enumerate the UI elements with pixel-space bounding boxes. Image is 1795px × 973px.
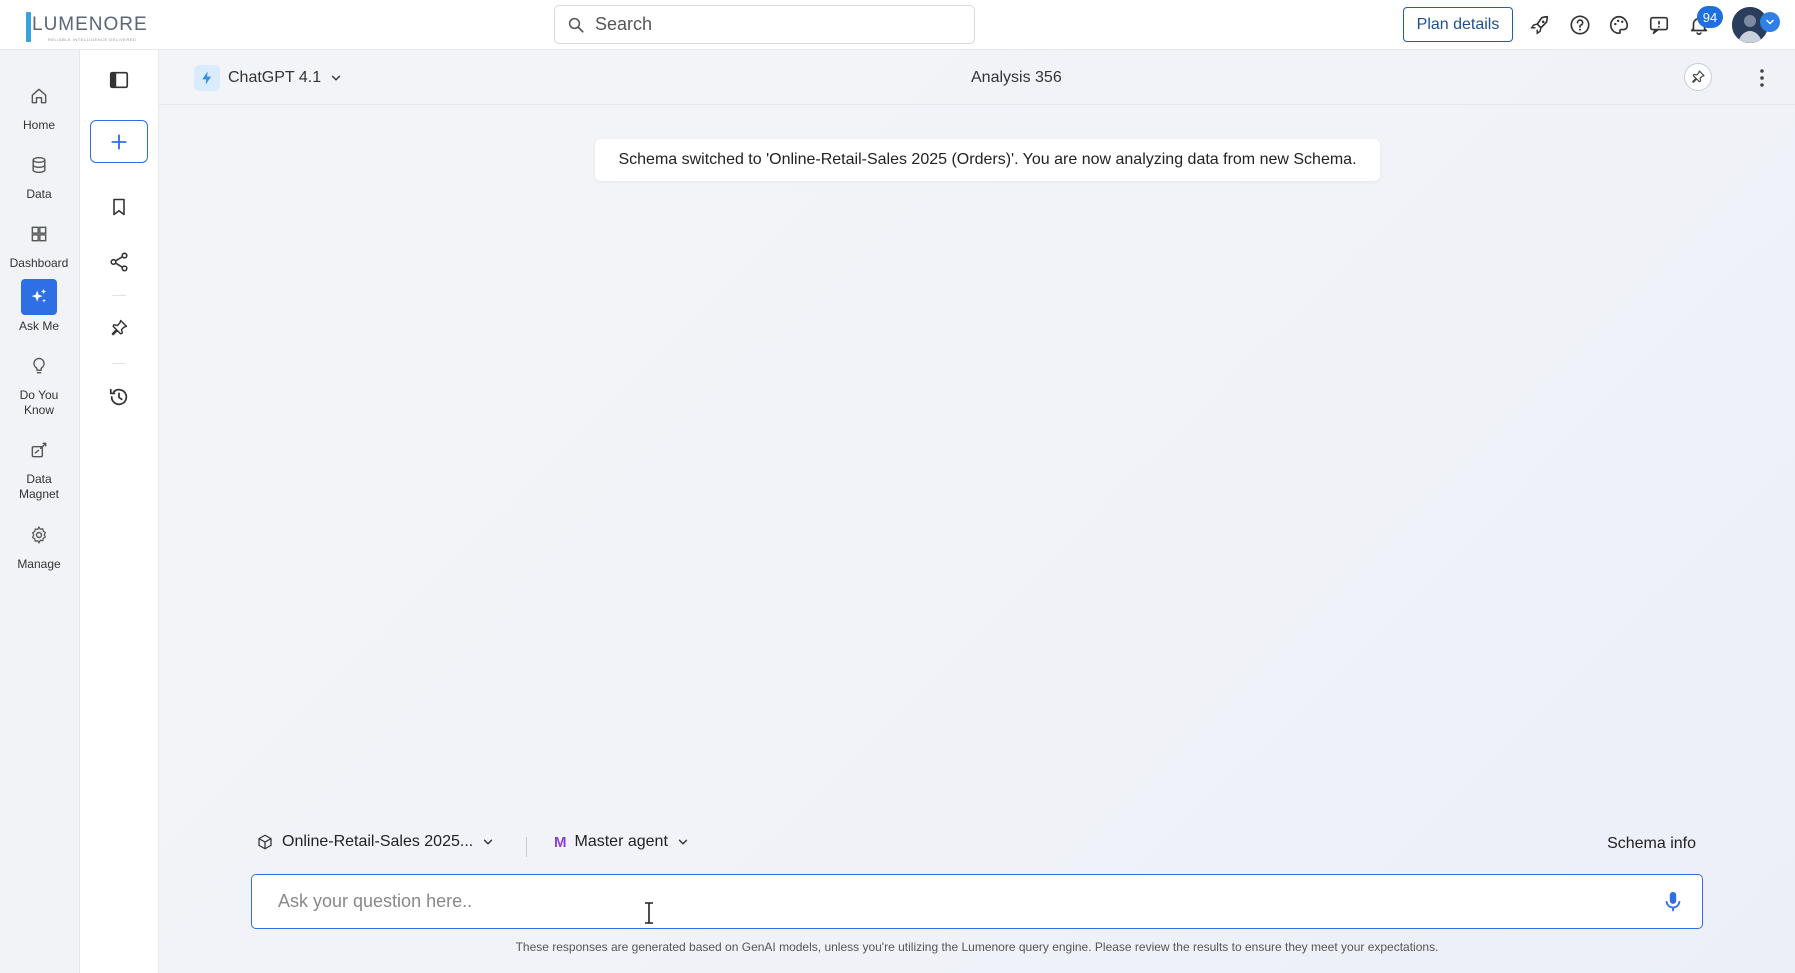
history-icon[interactable] [102,380,136,414]
nav-item-manage[interactable]: Manage [0,517,78,572]
nav-item-do-you-know[interactable]: Do You Know [0,348,78,418]
composer-options: Online-Retail-Sales 2025... M Master age… [256,833,1696,861]
nav-label: Data Magnet [18,472,60,501]
nav-label: Dashboard [9,256,69,270]
logo-bar [26,12,31,42]
divider [526,837,527,857]
gear-icon [21,517,57,553]
search-box[interactable] [554,5,975,44]
search-icon [567,16,585,34]
pin-analysis-button[interactable] [1684,63,1712,91]
sparkle-icon [21,279,57,315]
schema-switched-notice: Schema switched to 'Online-Retail-Sales … [595,139,1380,181]
database-icon [21,147,57,183]
nav-item-ask-me[interactable]: Ask Me [0,279,78,334]
schema-label: Online-Retail-Sales 2025... [282,833,474,850]
top-bar: LUMENORE RELIABLE INTELLIGENCE DELIVERED… [0,0,1795,50]
nav-item-data-magnet[interactable]: Data Magnet [0,432,78,502]
bolt-icon [194,65,220,91]
nav-item-home[interactable]: Home [0,78,78,133]
search-input[interactable] [595,14,955,35]
model-selector[interactable]: ChatGPT 4.1 [194,65,343,91]
panel-toggle-icon[interactable] [102,63,136,97]
chevron-down-icon [329,71,343,85]
palette-icon[interactable] [1606,12,1632,38]
rocket-icon[interactable] [1527,12,1553,38]
pin-icon[interactable] [102,311,136,345]
share-icon[interactable] [102,245,136,279]
model-name: ChatGPT 4.1 [228,69,322,86]
bulb-icon [21,348,57,384]
nav-label: Do You Know [19,388,59,417]
main-header: ChatGPT 4.1 Analysis 356 [159,50,1795,105]
bookmark-icon[interactable] [102,190,136,224]
schema-selector[interactable]: Online-Retail-Sales 2025... [256,833,495,851]
agent-initial: M [554,833,567,851]
question-box[interactable] [251,874,1703,929]
dashboard-icon [21,216,57,252]
nav-label: Data [26,187,52,201]
main-area: ChatGPT 4.1 Analysis 356 Schema switched… [159,50,1795,973]
plan-details-button[interactable]: Plan details [1403,7,1513,42]
notification-badge: 94 [1697,6,1723,28]
cube-icon [256,833,274,851]
new-analysis-button[interactable] [90,120,148,163]
genai-disclaimer: These responses are generated based on G… [515,940,1439,954]
analysis-title: Analysis 356 [971,69,1062,86]
chevron-down-icon[interactable] [1760,12,1780,32]
tool-column [80,50,159,973]
logo-tagline: RELIABLE INTELLIGENCE DELIVERED [48,37,137,42]
lumenore-logo[interactable]: LUMENORE RELIABLE INTELLIGENCE DELIVERED [24,8,154,44]
plus-icon [109,132,129,152]
magnet-icon [21,432,57,468]
divider [112,363,126,364]
nav-item-data[interactable]: Data [0,147,78,202]
more-options-icon[interactable] [1752,66,1772,90]
nav-label: Home [22,118,55,132]
question-input[interactable] [278,891,1618,912]
logo-text: LUMENORE [32,14,148,35]
feedback-icon[interactable] [1646,12,1672,38]
agent-label: Master agent [574,833,668,850]
pin-icon [1690,69,1706,85]
schema-info-link[interactable]: Schema info [1607,835,1696,853]
agent-selector[interactable]: M Master agent [554,833,690,851]
nav-item-dashboard[interactable]: Dashboard [0,216,78,271]
left-nav: Home Data Dashboard Ask Me Do You Know D… [0,50,80,973]
chevron-down-icon [481,835,495,849]
text-cursor-icon [643,902,655,924]
microphone-icon[interactable] [1662,890,1684,914]
home-icon [21,78,57,114]
help-icon[interactable] [1567,12,1593,38]
divider [112,295,126,296]
nav-label: Manage [17,557,61,571]
nav-label: Ask Me [18,319,59,333]
chevron-down-icon [676,835,690,849]
